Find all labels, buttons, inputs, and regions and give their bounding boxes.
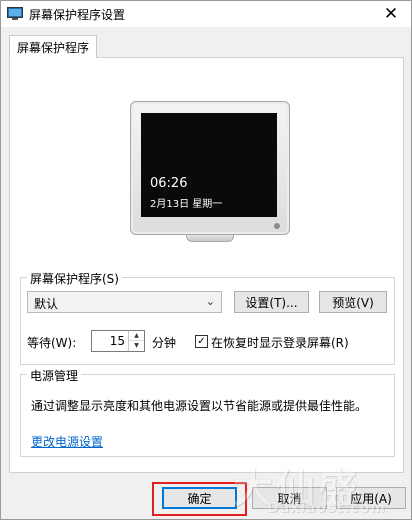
preview-screen: 06:26 2月13日 星期一 xyxy=(141,113,277,217)
screensaver-group-label: 屏幕保护程序(S) xyxy=(27,270,122,287)
preview-button[interactable]: 预览(V) xyxy=(319,291,387,313)
wait-value: 15 xyxy=(109,334,125,348)
display-settings-icon xyxy=(7,7,23,20)
screensaver-group: 屏幕保护程序(S) 默认 ⌄ 设置(T)... 预览(V) 等待(W): 15 … xyxy=(20,270,395,365)
wait-label: 等待(W): xyxy=(27,336,77,350)
screensaver-select[interactable]: 默认 ⌄ xyxy=(27,291,222,313)
resume-checkbox[interactable]: ✓ xyxy=(195,335,208,348)
window-title: 屏幕保护程序设置 xyxy=(29,8,126,22)
wait-stepper[interactable]: 15 ▲ ▼ xyxy=(91,330,145,352)
power-group: 电源管理 通过调整显示亮度和其他电源设置以节省能源或提供最佳性能。 更改电源设置 xyxy=(20,367,395,457)
preview-date: 2月13日 星期一 xyxy=(150,199,223,210)
close-button[interactable]: ✕ xyxy=(371,1,411,27)
settings-button[interactable]: 设置(T)... xyxy=(234,291,309,313)
title-bar[interactable]: 屏幕保护程序设置 ✕ xyxy=(1,1,411,27)
stepper-arrows[interactable]: ▲ ▼ xyxy=(128,331,144,351)
dialog-buttons: 确定 取消 应用(A) xyxy=(2,479,412,520)
power-description: 通过调整显示亮度和其他电源设置以节省能源或提供最佳性能。 xyxy=(31,399,368,413)
wait-unit: 分钟 xyxy=(152,336,177,350)
cancel-button[interactable]: 取消 xyxy=(252,487,327,509)
change-power-settings-link[interactable]: 更改电源设置 xyxy=(31,433,103,450)
power-led-icon xyxy=(274,223,280,229)
apply-button[interactable]: 应用(A) xyxy=(336,487,406,509)
dialog-window: 屏幕保护程序设置 ✕ 屏幕保护程序 06:26 2月13日 星期一 屏幕保护程序… xyxy=(0,0,412,520)
chevron-down-icon: ⌄ xyxy=(205,295,215,308)
power-group-label: 电源管理 xyxy=(27,367,82,384)
monitor-preview: 06:26 2月13日 星期一 xyxy=(130,101,290,235)
tab-panel: 06:26 2月13日 星期一 屏幕保护程序(S) 默认 ⌄ 设置(T)... … xyxy=(9,57,404,473)
resume-checkbox-label[interactable]: 在恢复时显示登录屏幕(R) xyxy=(211,334,349,351)
stepper-down-icon[interactable]: ▼ xyxy=(129,341,144,351)
preview-time: 06:26 xyxy=(150,176,188,191)
screensaver-select-value: 默认 xyxy=(34,297,59,311)
highlight-box xyxy=(152,482,247,516)
stepper-up-icon[interactable]: ▲ xyxy=(129,331,144,341)
tab-screensaver[interactable]: 屏幕保护程序 xyxy=(9,35,98,58)
monitor-stand xyxy=(186,235,234,242)
